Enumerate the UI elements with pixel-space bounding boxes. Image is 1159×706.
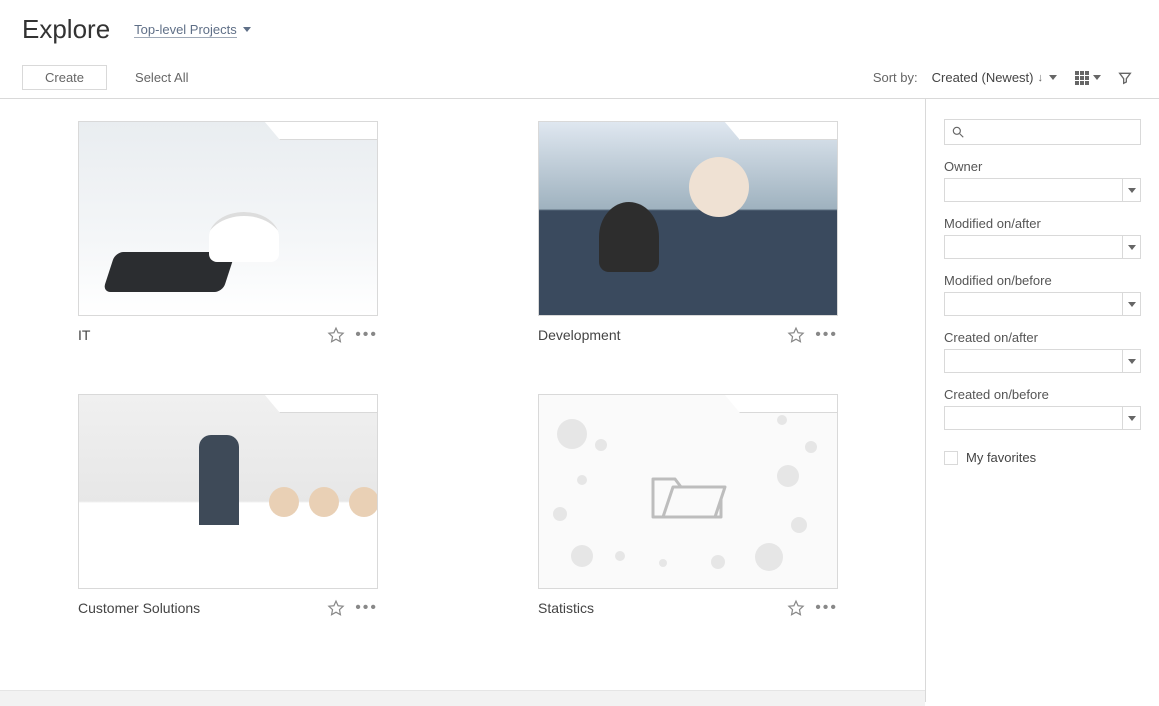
chevron-down-icon xyxy=(243,27,251,32)
more-actions-button[interactable]: ••• xyxy=(815,326,838,344)
search-input[interactable] xyxy=(945,120,1140,144)
filter-group-created-after: Created on/after xyxy=(944,330,1141,373)
filter-label: Modified on/after xyxy=(944,216,1141,231)
select-all-button[interactable]: Select All xyxy=(135,70,188,85)
page-title: Explore xyxy=(22,14,110,45)
favorites-label: My favorites xyxy=(966,450,1036,465)
filter-icon xyxy=(1117,70,1133,86)
favorite-button[interactable] xyxy=(787,599,805,617)
sort-value: Created (Newest) xyxy=(932,70,1034,85)
chevron-down-icon xyxy=(1093,75,1101,80)
sort-dropdown[interactable]: Created (Newest) ↓ xyxy=(926,69,1063,86)
chevron-down-icon xyxy=(1122,350,1140,372)
star-icon xyxy=(787,599,805,617)
filter-search[interactable] xyxy=(944,119,1141,145)
filter-sidebar: Owner Modified on/after Modified on/befo… xyxy=(925,99,1159,702)
folder-tab-notch xyxy=(739,395,837,413)
more-actions-button[interactable]: ••• xyxy=(355,326,378,344)
sort-direction-down-icon: ↓ xyxy=(1038,72,1044,84)
content-area[interactable]: IT ••• Development xyxy=(0,99,925,702)
breadcrumb-top-level-projects[interactable]: Top-level Projects xyxy=(134,22,251,38)
project-card-footer: IT ••• xyxy=(78,316,378,344)
filter-label: Owner xyxy=(944,159,1141,174)
project-thumbnail xyxy=(538,121,838,316)
favorite-button[interactable] xyxy=(787,326,805,344)
folder-tab-notch xyxy=(739,122,837,140)
star-icon xyxy=(327,599,345,617)
chevron-down-icon xyxy=(1049,75,1057,80)
project-card[interactable]: Development ••• xyxy=(538,121,838,344)
project-thumbnail xyxy=(538,394,838,589)
project-thumbnail xyxy=(78,121,378,316)
folder-icon xyxy=(647,467,731,527)
create-button[interactable]: Create xyxy=(22,65,107,90)
star-icon xyxy=(327,326,345,344)
folder-tab-notch xyxy=(279,395,377,413)
project-card[interactable]: Customer Solutions ••• xyxy=(78,394,378,617)
favorite-button[interactable] xyxy=(327,326,345,344)
main-area: IT ••• Development xyxy=(0,99,1159,702)
filter-label: Created on/after xyxy=(944,330,1141,345)
project-grid: IT ••• Development xyxy=(78,121,903,617)
modified-before-select[interactable] xyxy=(944,292,1141,316)
chevron-down-icon xyxy=(1122,407,1140,429)
chevron-down-icon xyxy=(1122,236,1140,258)
favorite-button[interactable] xyxy=(327,599,345,617)
star-icon xyxy=(787,326,805,344)
favorites-filter-row: My favorites xyxy=(944,450,1141,465)
page-header: Explore Top-level Projects xyxy=(0,0,1159,59)
filter-group-created-before: Created on/before xyxy=(944,387,1141,430)
modified-after-select[interactable] xyxy=(944,235,1141,259)
filter-toggle-button[interactable] xyxy=(1113,66,1137,90)
folder-tab-notch xyxy=(279,122,377,140)
sort-by-label: Sort by: xyxy=(873,70,918,85)
project-card-footer: Statistics ••• xyxy=(538,589,838,617)
filter-group-owner: Owner xyxy=(944,159,1141,202)
filter-group-modified-after: Modified on/after xyxy=(944,216,1141,259)
project-card[interactable]: Statistics ••• xyxy=(538,394,838,617)
more-actions-button[interactable]: ••• xyxy=(815,599,838,617)
project-thumbnail xyxy=(78,394,378,589)
filter-group-modified-before: Modified on/before xyxy=(944,273,1141,316)
project-card-footer: Customer Solutions ••• xyxy=(78,589,378,617)
owner-select[interactable] xyxy=(944,178,1141,202)
project-card[interactable]: IT ••• xyxy=(78,121,378,344)
filter-label: Modified on/before xyxy=(944,273,1141,288)
grid-icon xyxy=(1075,71,1089,85)
favorites-checkbox[interactable] xyxy=(944,451,958,465)
chevron-down-icon xyxy=(1122,293,1140,315)
view-grid-button[interactable] xyxy=(1071,67,1105,89)
chevron-down-icon xyxy=(1122,179,1140,201)
toolbar: Create Select All Sort by: Created (Newe… xyxy=(0,59,1159,99)
toolbar-right: Sort by: Created (Newest) ↓ xyxy=(873,66,1137,90)
project-title: IT xyxy=(78,327,90,343)
more-actions-button[interactable]: ••• xyxy=(355,599,378,617)
created-before-select[interactable] xyxy=(944,406,1141,430)
search-icon xyxy=(951,125,965,139)
project-title: Development xyxy=(538,327,621,343)
project-title: Statistics xyxy=(538,600,594,616)
horizontal-scrollbar[interactable] xyxy=(0,690,925,706)
filter-label: Created on/before xyxy=(944,387,1141,402)
breadcrumb-label: Top-level Projects xyxy=(134,22,237,38)
created-after-select[interactable] xyxy=(944,349,1141,373)
project-card-footer: Development ••• xyxy=(538,316,838,344)
project-title: Customer Solutions xyxy=(78,600,200,616)
